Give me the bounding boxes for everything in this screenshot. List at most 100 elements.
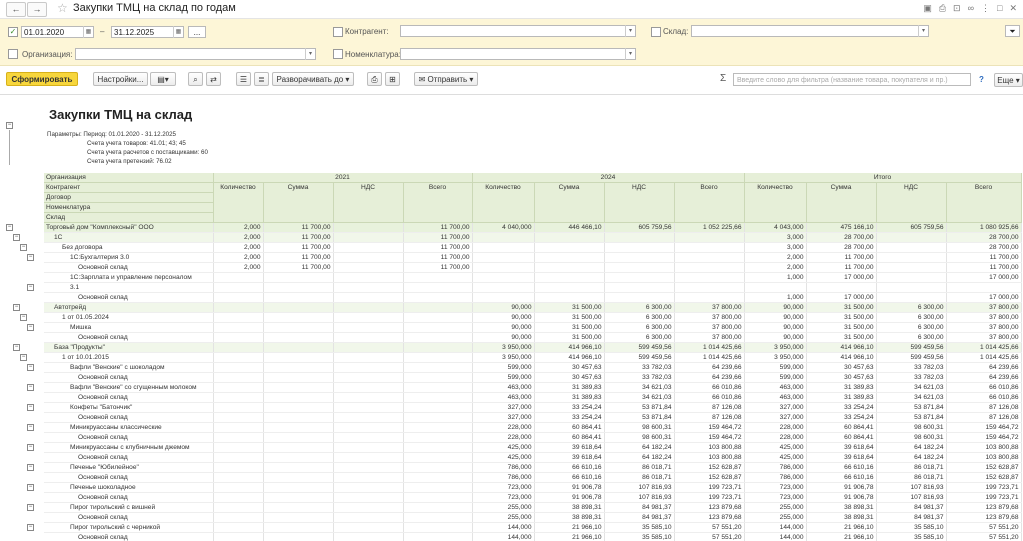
period-select-button[interactable]: ... (188, 26, 206, 38)
dropdown-icon[interactable]: ▾ (305, 48, 315, 60)
collapse-group-icon[interactable]: − (27, 404, 34, 411)
nomenclature-input[interactable]: ▾ (400, 48, 636, 60)
date-to-input[interactable]: 31.12.2025▦ (111, 26, 184, 38)
table-row[interactable]: Пирог тирольский с черникой144,00021 966… (44, 523, 1021, 533)
table-row[interactable]: Основной склад1,00017 000,0017 000,00 (44, 293, 1021, 303)
collapse-group-icon[interactable]: − (27, 524, 34, 531)
generate-button[interactable]: Сформировать (6, 72, 78, 86)
collapse-group-icon[interactable]: − (27, 504, 34, 511)
org-input[interactable]: ▾ (75, 48, 316, 60)
value-cell: 463,000 (472, 393, 534, 403)
table-row[interactable]: 1С2,00011 700,0011 700,003,00028 700,002… (44, 233, 1021, 243)
menu-icon[interactable]: ⋮ (981, 3, 990, 14)
table-row[interactable]: Конфеты "Батончик"327,00033 254,2453 871… (44, 403, 1021, 413)
warehouse-input[interactable]: ▾ (691, 25, 929, 37)
table-row[interactable]: Основной склад228,00060 864,4198 600,311… (44, 433, 1021, 443)
collapse-icon[interactable]: ☰ (236, 72, 251, 86)
table-row[interactable]: Печенье шоколадное723,00091 906,78107 81… (44, 483, 1021, 493)
table-row[interactable]: Мишка90,00031 500,006 300,0037 800,0090,… (44, 323, 1021, 333)
search-input[interactable]: Введите слово для фильтра (название това… (733, 73, 971, 86)
collapse-group-icon[interactable]: − (20, 314, 27, 321)
date-from-input[interactable]: 01.01.2020▦ (21, 26, 94, 38)
save-icon[interactable]: ▣ (923, 3, 932, 14)
value-cell (403, 393, 472, 403)
table-row[interactable]: Основной склад2,00011 700,0011 700,002,0… (44, 263, 1021, 273)
table-row[interactable]: Без договора2,00011 700,0011 700,003,000… (44, 243, 1021, 253)
preview-button-icon[interactable]: ⊞ (385, 72, 400, 86)
print-button-icon[interactable]: ⎙ (367, 72, 382, 86)
close-icon[interactable]: ✕ (1009, 3, 1017, 14)
more-button[interactable]: Еще ▾ (994, 73, 1023, 87)
forward-icon[interactable]: → (27, 2, 47, 17)
period-checkbox[interactable]: ✓ (8, 27, 18, 37)
collapse-group-icon[interactable]: − (27, 444, 34, 451)
sum-icon[interactable]: Σ (720, 73, 726, 84)
dropdown-icon[interactable]: ▾ (625, 48, 635, 60)
group-icon[interactable]: ≣ (254, 72, 269, 86)
search-replace-icon[interactable]: ⇄ (206, 72, 221, 86)
collapse-group-icon[interactable]: − (27, 384, 34, 391)
calendar-icon[interactable]: ▦ (83, 26, 93, 38)
table-row[interactable]: Миникруассаны с клубничным джемом425,000… (44, 443, 1021, 453)
table-row[interactable]: Пирог тирольский с вишней255,00038 898,3… (44, 503, 1021, 513)
warehouse-checkbox[interactable] (651, 27, 661, 37)
collapse-group-icon[interactable]: − (27, 424, 34, 431)
value-cell (213, 523, 263, 533)
collapse-header-icon[interactable]: − (6, 122, 13, 129)
collapse-group-icon[interactable]: − (27, 464, 34, 471)
table-row[interactable]: Основной склад255,00038 898,3184 981,371… (44, 513, 1021, 523)
table-row[interactable]: 1С:Бухгалтерия 3.02,00011 700,0011 700,0… (44, 253, 1021, 263)
table-row[interactable]: Основной склад425,00039 618,6464 182,241… (44, 453, 1021, 463)
favorite-star-icon[interactable]: ☆ (57, 1, 68, 15)
calendar-icon[interactable]: ▦ (173, 26, 183, 38)
collapse-group-icon[interactable]: − (27, 484, 34, 491)
search-icon[interactable]: ⌕ (188, 72, 203, 86)
collapse-group-icon[interactable]: − (27, 324, 34, 331)
dropdown-icon[interactable]: ▾ (918, 25, 928, 37)
collapse-group-icon[interactable]: − (13, 344, 20, 351)
table-row[interactable]: 3.1 (44, 283, 1021, 293)
table-row[interactable]: Основной склад463,00031 389,8334 621,036… (44, 393, 1021, 403)
dropdown-icon[interactable]: ▾ (625, 25, 635, 37)
value-cell (333, 333, 403, 343)
maximize-icon[interactable]: □ (997, 3, 1002, 14)
table-row[interactable]: Основной склад90,00031 500,006 300,0037 … (44, 333, 1021, 343)
collapse-group-icon[interactable]: − (27, 284, 34, 291)
org-checkbox[interactable] (8, 49, 18, 59)
filter-icon[interactable]: ⏷ (1005, 25, 1020, 37)
send-button[interactable]: ✉ Отправить ▾ (414, 72, 478, 86)
contractor-input[interactable]: ▾ (400, 25, 636, 37)
table-row[interactable]: Автотрейд90,00031 500,006 300,0037 800,0… (44, 303, 1021, 313)
variant-icon[interactable]: ▤▾ (150, 72, 176, 86)
table-row[interactable]: Основной склад786,00066 610,1686 018,711… (44, 473, 1021, 483)
print-icon[interactable]: ⎙ (939, 3, 946, 14)
table-row[interactable]: Основной склад327,00033 254,2453 871,848… (44, 413, 1021, 423)
table-row[interactable]: 1 от 10.01.20153 950,000414 966,10599 45… (44, 353, 1021, 363)
table-row[interactable]: 1 от 01.05.202490,00031 500,006 300,0037… (44, 313, 1021, 323)
collapse-group-icon[interactable]: − (13, 234, 20, 241)
nomenclature-checkbox[interactable] (333, 49, 343, 59)
collapse-group-icon[interactable]: − (27, 254, 34, 261)
table-row[interactable]: База "Продукты"3 950,000414 966,10599 45… (44, 343, 1021, 353)
table-row[interactable]: Основной склад599,00030 457,6333 782,036… (44, 373, 1021, 383)
preview-icon[interactable]: ⊡ (953, 3, 961, 14)
collapse-group-icon[interactable]: − (6, 224, 13, 231)
help-link[interactable]: ? (979, 75, 984, 84)
value-cell (213, 343, 263, 353)
table-row[interactable]: Печенье "Юбилейное"786,00066 610,1686 01… (44, 463, 1021, 473)
expand-button[interactable]: Разворачивать до ▾ (272, 72, 354, 86)
back-icon[interactable]: ← (6, 2, 26, 17)
table-row[interactable]: Основной склад723,00091 906,78107 816,93… (44, 493, 1021, 503)
table-row[interactable]: Торговый дом "Комплексный" ООО2,00011 70… (44, 223, 1021, 233)
table-row[interactable]: Вафли "Венские" с шоколадом599,00030 457… (44, 363, 1021, 373)
table-row[interactable]: Вафли "Венские" со сгущенным молоком463,… (44, 383, 1021, 393)
collapse-group-icon[interactable]: − (20, 244, 27, 251)
settings-button[interactable]: Настройки... (93, 72, 148, 86)
collapse-group-icon[interactable]: − (20, 354, 27, 361)
collapse-group-icon[interactable]: − (27, 364, 34, 371)
collapse-group-icon[interactable]: − (13, 304, 20, 311)
table-row[interactable]: Миникруассаны классические228,00060 864,… (44, 423, 1021, 433)
link-icon[interactable]: ∞ (968, 3, 974, 14)
table-row[interactable]: 1С:Зарплата и управление персоналом1,000… (44, 273, 1021, 283)
contractor-checkbox[interactable] (333, 27, 343, 37)
